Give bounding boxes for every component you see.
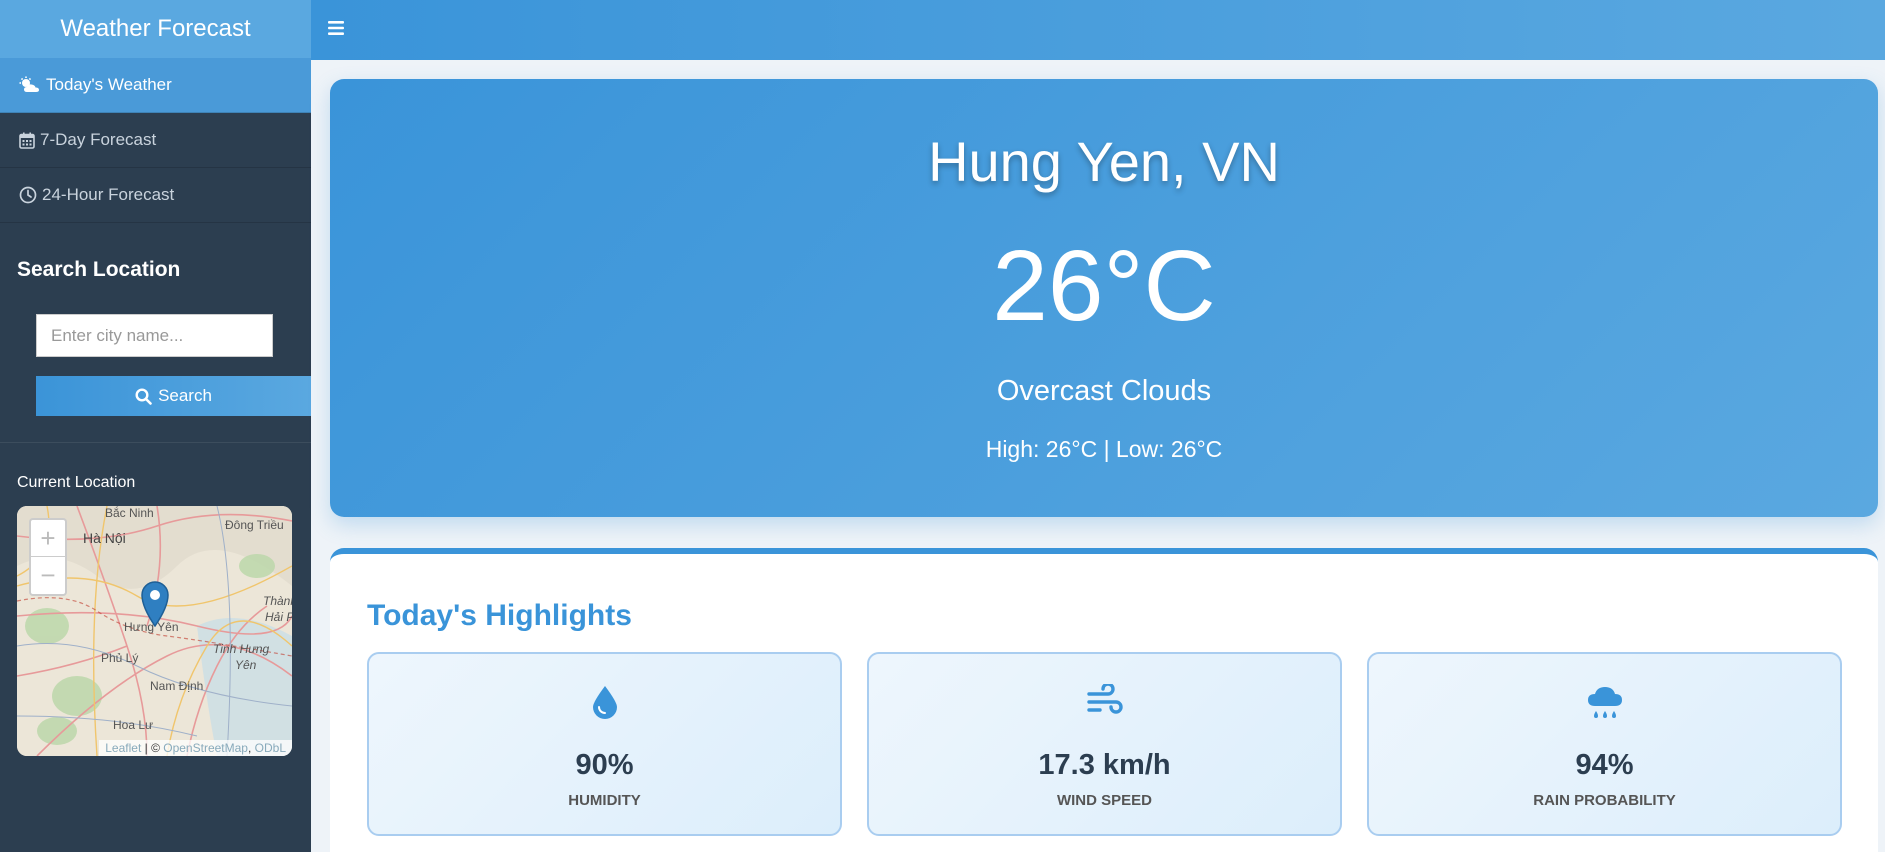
map-label: Phủ Lý	[101, 651, 139, 665]
high-low-temperature: High: 26°C | Low: 26°C	[985, 436, 1223, 462]
search-button[interactable]: Search	[36, 376, 311, 416]
menu-toggle-icon[interactable]	[328, 18, 344, 38]
osm-link[interactable]: OpenStreetMap	[163, 741, 248, 755]
nav-7-day-forecast[interactable]: 7-Day Forecast	[0, 113, 311, 168]
map-label: Tinh Hưng	[213, 642, 270, 656]
rain-probability-label: RAIN PROBABILITY	[1533, 792, 1676, 809]
zoom-in-button[interactable]: +	[31, 520, 65, 557]
search-icon	[135, 387, 152, 405]
map-attribution: Leaflet | © OpenStreetMap, ODbL	[99, 740, 292, 756]
wind-speed-value: 17.3 km/h	[1038, 749, 1171, 781]
top-bar	[311, 0, 1885, 60]
map-label: Đông Triều	[225, 518, 284, 532]
location-map[interactable]: Bắc Ninh Hà Nội Đông Triều Hưng Yên Thàn…	[17, 506, 292, 756]
map-label: Nam Định	[150, 679, 204, 693]
city-search-input[interactable]	[36, 314, 273, 357]
map-label: Bắc Ninh	[105, 506, 154, 520]
current-weather-card: Hung Yen, VN 26°C Overcast Clouds High: …	[330, 79, 1878, 517]
cloud-sun-icon	[19, 76, 39, 92]
nav-24-hour-forecast[interactable]: 24-Hour Forecast	[0, 168, 311, 223]
leaflet-link[interactable]: Leaflet	[105, 741, 141, 755]
cloud-rain-icon	[1587, 687, 1622, 718]
map-zoom-control: + −	[29, 518, 67, 596]
map-label: Hà Nội	[83, 530, 126, 546]
nav-label: 7-Day Forecast	[40, 130, 157, 149]
clock-icon	[19, 186, 37, 204]
sidebar-divider	[0, 442, 311, 443]
nav-label: Today's Weather	[46, 75, 172, 94]
highlights-title: Today's Highlights	[367, 599, 632, 632]
wind-speed-card: 17.3 km/h WIND SPEED	[867, 652, 1342, 836]
map-label: Hải P	[265, 610, 292, 624]
nav-todays-weather[interactable]: Today's Weather	[0, 58, 311, 113]
map-label: Yên	[235, 658, 257, 672]
humidity-value: 90%	[575, 749, 634, 781]
wind-icon	[1086, 684, 1123, 714]
attribution-separator: | ©	[141, 741, 164, 755]
map-marker-icon[interactable]	[139, 579, 171, 627]
search-button-label: Search	[158, 386, 212, 405]
nav-label: 24-Hour Forecast	[42, 185, 175, 204]
rain-probability-value: 94%	[1575, 749, 1634, 781]
todays-highlights-section: Today's Highlights 90% HUMIDITY 17.3 km/…	[330, 548, 1878, 852]
odbl-link[interactable]: ODbL	[255, 741, 286, 755]
app-title: Weather Forecast	[0, 0, 311, 58]
humidity-card: 90% HUMIDITY	[367, 652, 842, 836]
humidity-label: HUMIDITY	[568, 792, 641, 809]
attribution-comma: ,	[247, 741, 255, 755]
rain-probability-card: 94% RAIN PROBABILITY	[1367, 652, 1842, 836]
weather-condition: Overcast Clouds	[996, 375, 1212, 407]
zoom-out-button[interactable]: −	[31, 557, 65, 594]
search-location-title: Search Location	[17, 258, 181, 281]
current-location-title: Current Location	[17, 474, 136, 491]
droplet-icon	[592, 686, 617, 719]
map-label: Hoa Lư	[113, 718, 154, 732]
calendar-icon	[19, 132, 35, 149]
current-temperature: 26°C	[992, 230, 1216, 342]
wind-speed-label: WIND SPEED	[1056, 792, 1152, 809]
map-label: Thành	[263, 594, 292, 608]
city-name: Hung Yen, VN	[928, 130, 1280, 193]
